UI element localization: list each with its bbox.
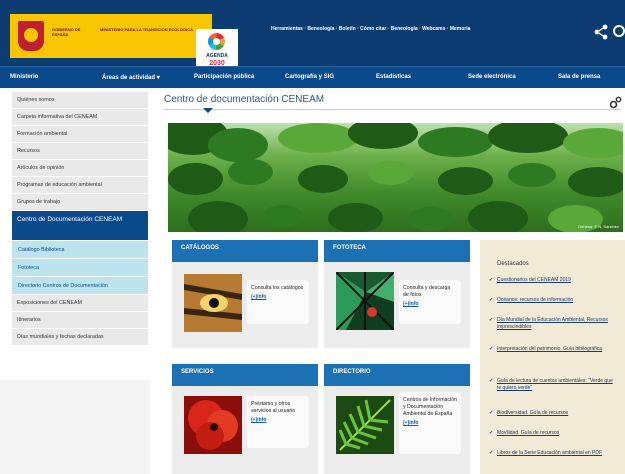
card-info-link[interactable]: (+)info <box>251 417 305 423</box>
nav-areas-actividad[interactable]: Áreas de actividad ▾ <box>102 74 160 81</box>
destacado-link[interactable]: Cuestionarios del CENEAM 2019 <box>489 277 615 284</box>
card-header[interactable]: CATÁLOGOS <box>172 240 318 262</box>
nav-sede-electronica[interactable]: Sede electrónica <box>468 74 516 80</box>
title-divider <box>164 109 620 110</box>
card-info-link[interactable]: (+)info <box>251 294 305 300</box>
site-header: GOBIERNO DE ESPAÑA MINISTERIO PARA LA TR… <box>0 0 625 73</box>
card-header[interactable]: DIRECTORIO <box>324 364 470 386</box>
tiger-eye-image[interactable] <box>184 274 242 332</box>
government-label: GOBIERNO DE ESPAÑA <box>52 27 81 37</box>
share-icon[interactable] <box>593 24 609 40</box>
sidebar-item-centro-documentacion[interactable]: Centro de Documentación CENEAM <box>12 211 148 241</box>
sidebar-item-itinerarios[interactable]: Itinerarios <box>12 312 148 329</box>
card-directorio[interactable]: DIRECTORIO Centros de Información y Docu… <box>324 364 470 474</box>
card-header[interactable]: SERVICIOS <box>172 364 318 386</box>
banner-credit: Dehesa. © N. Sánchez <box>578 224 619 229</box>
destacado-link[interactable]: Movilidad. Guía de recursos <box>489 430 615 437</box>
top-links[interactable]: Herramientas · Beneología · Boletín · Có… <box>271 26 470 32</box>
sidebar-subitem-catalogo-biblioteca[interactable]: Catálogo Biblioteca <box>12 241 148 259</box>
card-description: Consulta y descarga de fotos <box>403 285 451 298</box>
sidebar-item-exposiciones[interactable]: Exposiciones del CENEAM <box>12 295 148 312</box>
fern-image[interactable] <box>336 396 394 454</box>
destacado-link[interactable]: Libros de la Serie Educación ambiental e… <box>489 450 615 457</box>
government-logo[interactable]: GOBIERNO DE ESPAÑA MINISTERIO PARA LA TR… <box>10 14 238 73</box>
nav-participacion-publica[interactable]: Participación pública <box>194 74 254 80</box>
red-flower-image[interactable] <box>184 396 242 454</box>
agenda-label: AGENDA <box>206 53 228 59</box>
destacado-link[interactable]: Biodiversidad. Guía de recursos <box>489 410 615 417</box>
destacados-title: Destacados <box>497 261 529 267</box>
sidebar-subitem-directorio-centros[interactable]: Directorio Centros de Documentación <box>12 277 148 295</box>
sidebar-subitem-fototeca[interactable]: Fototeca <box>12 259 148 277</box>
card-header[interactable]: FOTOTECA <box>324 240 470 262</box>
nav-cartografia-sig[interactable]: Cartografía y SIG <box>285 74 334 80</box>
ministry-label: MINISTERIO PARA LA TRANSICIÓN ECOLÓGICA <box>100 27 193 32</box>
card-info-link[interactable]: (+)info <box>403 301 457 307</box>
card-fototeca[interactable]: FOTOTECA Consulta y descarga de fotos (+… <box>324 240 470 348</box>
sidebar-item-programas-educacion[interactable]: Programas de educación ambiental <box>12 177 148 194</box>
nav-ministerio[interactable]: Ministerio <box>10 74 38 80</box>
sidebar-item-recursos[interactable]: Recursos <box>12 143 148 160</box>
sidebar-item-grupos-trabajo[interactable]: Grupos de trabajo <box>12 194 148 211</box>
left-sidebar: Quiénes somos Carpeta informativa del CE… <box>12 92 148 346</box>
hero-banner-image: Dehesa. © N. Sánchez <box>168 123 623 232</box>
sidebar-item-formacion-ambiental[interactable]: Formación ambiental <box>12 126 148 143</box>
nav-estadisticas[interactable]: Estadísticas <box>376 74 411 80</box>
mosaic-image[interactable] <box>336 272 394 330</box>
card-description: Centros de Información y Documentación A… <box>403 397 457 417</box>
card-description: Consulta los catálogos <box>251 285 304 291</box>
card-textbox: Consulta y descarga de fotos (+)info <box>399 280 461 324</box>
sdg-wheel-icon <box>208 33 225 50</box>
background-panel <box>0 380 150 474</box>
destacado-link[interactable]: Interpretación del patrimonio. Guía bibl… <box>489 346 615 353</box>
settings-icon[interactable] <box>609 96 622 109</box>
card-textbox: Préstamo y otros servicios al usuario (+… <box>247 396 309 448</box>
title-marker <box>203 108 213 113</box>
page-title: Centro de documentación CENEAM <box>164 94 325 105</box>
sidebar-item-articulos-opinion[interactable]: Artículos de opinión <box>12 160 148 177</box>
card-textbox: Consulta los catálogos (+)info <box>247 280 309 324</box>
search-icon[interactable] <box>611 24 625 40</box>
card-textbox: Centros de Información y Documentación A… <box>399 392 461 454</box>
destacado-link[interactable]: Día Mundial de la Educación Ambiental. R… <box>489 317 615 331</box>
nav-sala-prensa[interactable]: Sala de prensa <box>558 74 600 80</box>
sidebar-item-quienes-somos[interactable]: Quiénes somos <box>12 92 148 109</box>
card-info-link[interactable]: (+)info <box>403 420 457 426</box>
card-servicios[interactable]: SERVICIOS Préstamo y otros servicios al … <box>172 364 318 474</box>
card-catalogos[interactable]: CATÁLOGOS Consulta los catálogos (+)info <box>172 240 318 348</box>
coat-of-arms-icon <box>18 21 44 51</box>
destacado-link[interactable]: Océanos: recursos de información <box>489 297 615 304</box>
main-navigation: Ministerio Áreas de actividad ▾ Particip… <box>0 66 625 88</box>
destacado-link[interactable]: Guía de lectura de cuentos ambientales: … <box>489 378 615 392</box>
sidebar-item-dias-mundiales[interactable]: Días mundiales y fechas declaradas <box>12 329 148 346</box>
card-description: Préstamo y otros servicios al usuario <box>251 401 296 414</box>
destacados-panel: Destacados Cuestionarios del CENEAM 2019… <box>480 240 625 474</box>
sidebar-item-carpeta-informativa[interactable]: Carpeta informativa del CENEAM <box>12 109 148 126</box>
